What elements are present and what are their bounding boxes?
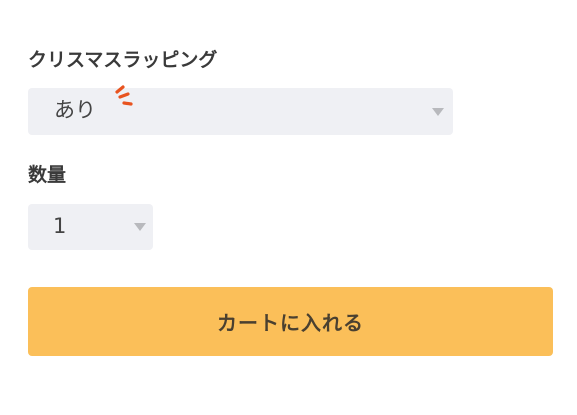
caret-down-icon bbox=[134, 223, 146, 231]
gift-wrapping-selected-value: あり bbox=[54, 98, 96, 122]
quantity-label: 数量 bbox=[28, 164, 67, 186]
gift-wrapping-select[interactable]: あり bbox=[28, 85, 453, 135]
gift-wrapping-label: クリスマスラッピング bbox=[28, 49, 218, 71]
add-to-cart-button[interactable]: カートに入れる bbox=[28, 287, 553, 356]
quantity-selected-value: 1 bbox=[53, 214, 67, 238]
sparkle-lines-icon bbox=[115, 85, 133, 106]
quantity-select[interactable]: 1 bbox=[28, 204, 153, 250]
caret-down-icon bbox=[432, 108, 444, 116]
